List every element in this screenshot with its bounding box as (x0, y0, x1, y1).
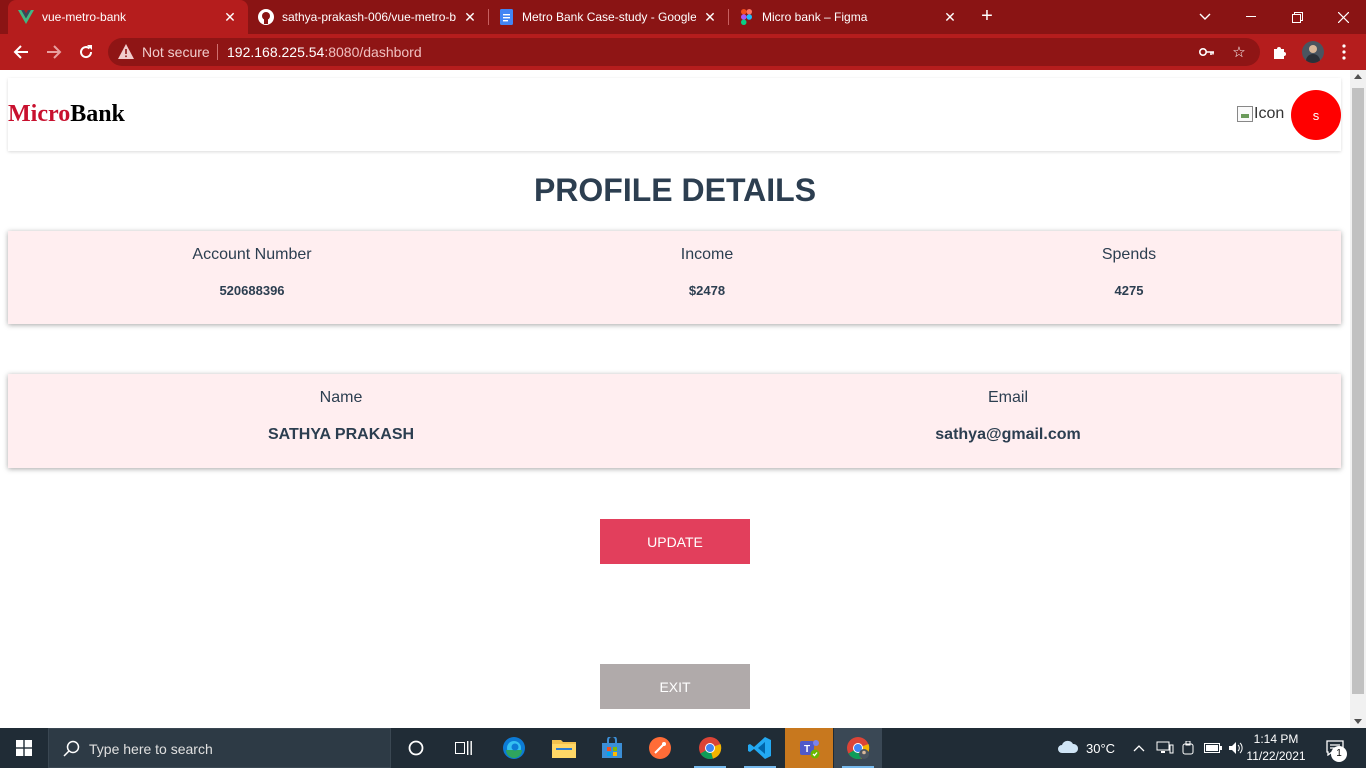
address-bar[interactable]: Not secure 192.168.225.54:8080/dashbord … (108, 38, 1260, 66)
name-value: SATHYA PRAKASH (267, 426, 415, 443)
exit-button[interactable]: EXIT (600, 664, 750, 709)
email-label: Email (987, 389, 1028, 406)
name-field: Name SATHYA PRAKASH (191, 389, 491, 444)
tab-title: Micro bank – Figma (762, 10, 868, 24)
reload-icon[interactable] (74, 40, 98, 64)
browser-tab-strip: vue-metro-bank ✕ sathya-prakash-006/vue-… (0, 0, 1366, 34)
brand-bank: Bank (70, 101, 125, 127)
account-summary-card: Account Number 520688396 Income $2478 Sp… (8, 231, 1341, 324)
close-tab-icon[interactable]: ✕ (942, 9, 958, 26)
minimize-button[interactable] (1228, 0, 1274, 34)
warning-icon (118, 44, 134, 64)
github-icon (258, 9, 274, 25)
close-tab-icon[interactable]: ✕ (462, 9, 478, 26)
address-divider (217, 44, 218, 60)
chrome-icon[interactable] (686, 728, 734, 768)
weather-temp: 30°C (1086, 740, 1116, 756)
tab-title: vue-metro-bank (42, 10, 127, 24)
url-text[interactable]: 192.168.225.54:8080/dashbord (227, 44, 422, 60)
figma-icon (738, 9, 754, 25)
restore-button[interactable] (1274, 0, 1320, 34)
forward-arrow-icon[interactable] (42, 40, 66, 64)
spends-field: Spends 4275 (1029, 246, 1229, 298)
store-icon[interactable] (588, 728, 636, 768)
cloud-icon (1057, 740, 1079, 757)
system-clock[interactable]: 1:14 PM 11/22/2021 (1244, 731, 1308, 765)
user-avatar[interactable]: s (1291, 90, 1341, 140)
battery-icon[interactable] (1204, 728, 1222, 768)
spends-label: Spends (1101, 246, 1157, 263)
key-icon[interactable] (1198, 43, 1216, 61)
url-path: :8080/dashbord (324, 44, 422, 60)
user-details-card: Name SATHYA PRAKASH Email sathya@gmail.c… (8, 374, 1341, 468)
app-header: MicroBank Icon s (8, 78, 1341, 151)
search-placeholder: Type here to search (89, 741, 213, 757)
file-explorer-icon[interactable] (540, 728, 588, 768)
income-field: Income $2478 (607, 246, 807, 298)
brave-postman-icon[interactable] (636, 728, 684, 768)
new-tab-button[interactable]: + (976, 5, 998, 27)
broken-image-icon: Icon (1237, 105, 1284, 123)
windows-start-icon[interactable] (0, 728, 48, 768)
cortana-icon[interactable] (392, 728, 440, 768)
email-value: sathya@gmail.com (935, 426, 1081, 443)
spends-value: 4275 (1114, 283, 1144, 298)
email-field: Email sathya@gmail.com (858, 389, 1158, 444)
page-scrollbar[interactable] (1350, 70, 1366, 728)
close-tab-icon[interactable]: ✕ (702, 9, 718, 26)
task-view-icon[interactable] (440, 728, 488, 768)
tab-title: Metro Bank Case-study - Google (522, 10, 696, 24)
notification-count-badge: 1 (1331, 746, 1347, 762)
back-arrow-icon[interactable] (9, 40, 33, 64)
income-value: $2478 (688, 283, 726, 298)
tab-search-chevron-icon[interactable] (1182, 0, 1228, 34)
tab-vue-metro-bank[interactable]: vue-metro-bank ✕ (8, 0, 248, 34)
weather-widget[interactable]: 30°C (1057, 728, 1115, 768)
tab-title: sathya-prakash-006/vue-metro-b (282, 10, 456, 24)
edge-icon[interactable] (490, 728, 538, 768)
vscode-icon[interactable] (736, 728, 784, 768)
chrome-active-icon[interactable] (834, 728, 882, 768)
browser-toolbar: Not secure 192.168.225.54:8080/dashbord … (0, 34, 1366, 70)
clock-date: 11/22/2021 (1246, 749, 1306, 763)
account-number-label: Account Number (192, 246, 312, 263)
clock-time: 1:14 PM (1253, 732, 1299, 746)
brand-logo[interactable]: MicroBank (8, 101, 125, 128)
broken-image-glyph (1237, 106, 1253, 122)
update-button[interactable]: UPDATE (600, 519, 750, 564)
account-number-field: Account Number 520688396 (152, 246, 352, 298)
network-icon[interactable] (1156, 728, 1174, 768)
meet-now-icon[interactable] (1181, 728, 1195, 768)
extensions-puzzle-icon[interactable] (1268, 40, 1292, 64)
svg-text:T: T (804, 744, 810, 755)
tab-google-docs[interactable]: Metro Bank Case-study - Google ✕ (488, 0, 728, 34)
income-label: Income (680, 246, 734, 263)
volume-icon[interactable] (1228, 728, 1244, 768)
brand-micro: Micro (8, 101, 71, 127)
teams-icon[interactable]: T (785, 728, 833, 768)
broken-image-alt-text: Icon (1254, 105, 1285, 122)
browser-profile-avatar[interactable] (1302, 41, 1324, 63)
scroll-down-arrow-icon[interactable] (1354, 719, 1362, 724)
windows-taskbar: Type here to search T 30°C 1:14 PM 11/22… (0, 728, 1366, 768)
page-title: PROFILE DETAILS (533, 172, 817, 208)
account-number-value: 520688396 (219, 283, 285, 298)
security-label[interactable]: Not secure (142, 44, 210, 60)
docs-icon (498, 9, 514, 25)
tab-figma[interactable]: Micro bank – Figma ✕ (728, 0, 968, 34)
scroll-thumb[interactable] (1352, 88, 1364, 694)
close-tab-icon[interactable]: ✕ (222, 9, 238, 26)
taskbar-search-box[interactable]: Type here to search (48, 728, 391, 768)
show-hidden-icons-chevron-icon[interactable] (1133, 728, 1145, 768)
search-icon (63, 740, 80, 762)
url-host: 192.168.225.54 (227, 44, 325, 60)
tab-github[interactable]: sathya-prakash-006/vue-metro-b ✕ (248, 0, 488, 34)
bookmark-star-icon[interactable]: ☆ (1230, 43, 1248, 61)
page-viewport: MicroBank Icon s PROFILE DETAILS Account… (0, 70, 1350, 728)
more-menu-icon[interactable] (1332, 40, 1356, 64)
scroll-up-arrow-icon[interactable] (1354, 74, 1362, 79)
vue-icon (18, 9, 34, 25)
close-window-button[interactable] (1320, 0, 1366, 34)
name-label: Name (319, 389, 363, 406)
